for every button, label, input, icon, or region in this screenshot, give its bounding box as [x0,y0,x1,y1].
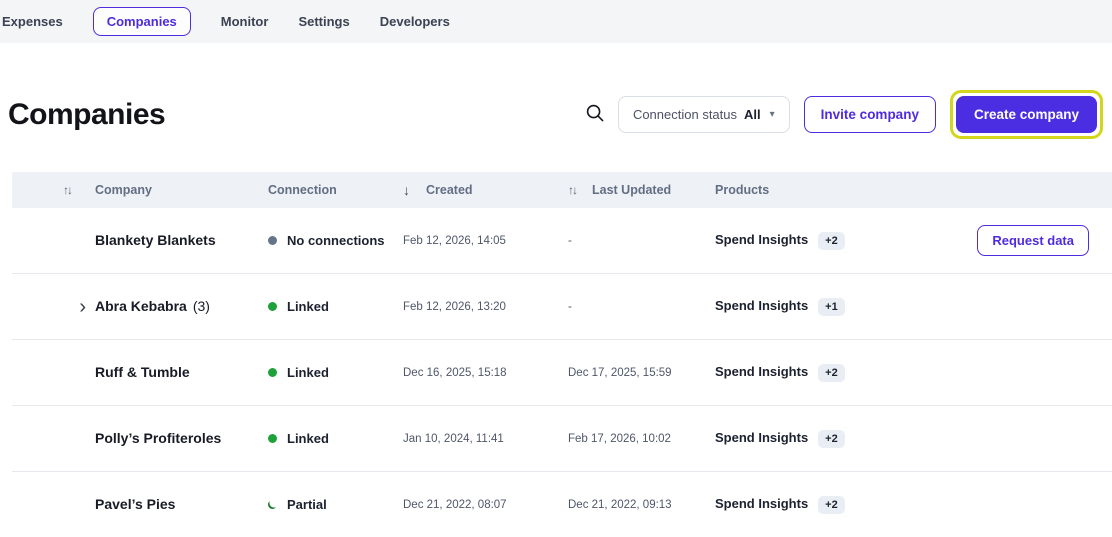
connection-status-icon [268,500,277,509]
nav-item-settings[interactable]: Settings [298,14,349,29]
product-name: Spend Insights [715,496,809,511]
product-count-badge: +1 [818,298,845,316]
page-title: Companies [8,97,166,131]
company-name: Polly’s Profiteroles [95,429,222,446]
header-controls: Connection status All ▾ Invite company C… [586,90,1103,139]
table-row[interactable]: › Abra Kebabra (3) Linked Feb 12, 2026, 1… [12,274,1112,340]
column-header-products: Products [715,183,770,197]
table-row[interactable]: Pavel’s Pies Partial Dec 21, 2022, 08:07… [12,472,1112,537]
last-updated-date: Feb 17, 2026, 10:02 [568,432,671,445]
invite-company-button[interactable]: Invite company [803,96,936,133]
table-header: ↑↓ Company Connection ↓ Created ↑↓ Last … [12,172,1112,208]
column-header-created[interactable]: Created [426,183,473,197]
created-date: Jan 10, 2024, 11:41 [403,432,504,445]
search-icon [586,104,604,125]
created-date: Feb 12, 2026, 13:20 [403,300,506,313]
connection-status-label: Linked [287,431,329,446]
connection-status-icon [268,302,277,311]
top-nav: Expenses Companies Monitor Settings Develope… [0,0,1112,43]
product-count-badge: +2 [818,430,845,448]
company-name: Ruff & Tumble [95,363,190,380]
nav-item-developers[interactable]: Developers [380,14,450,29]
nav-item-expenses[interactable]: Expenses [2,14,63,29]
filter-value: All [744,107,761,122]
highlight-annotation: Create company [949,90,1103,139]
table-body: Blankety Blankets No connections Feb 12,… [12,208,1112,537]
product-count-badge: +2 [818,496,845,514]
column-header-last-updated[interactable]: Last Updated [592,183,671,197]
search-button[interactable] [586,104,604,125]
connection-status-label: Partial [287,497,327,512]
product-name: Spend Insights [715,232,809,247]
created-date: Dec 21, 2022, 08:07 [403,498,507,511]
companies-table: ↑↓ Company Connection ↓ Created ↑↓ Last … [12,172,1112,537]
company-count: (3) [192,297,210,314]
create-company-button[interactable]: Create company [955,96,1097,133]
connection-status-label: Linked [287,299,329,314]
sort-icon-company[interactable]: ↑↓ [63,183,73,197]
table-row[interactable]: Ruff & Tumble Linked Dec 16, 2025, 15:18… [12,340,1112,406]
last-updated-date: - [568,300,572,313]
product-name: Spend Insights [715,364,809,379]
company-name: Pavel’s Pies [95,495,176,512]
connection-status-label: Linked [287,365,329,380]
connection-status-label: No connections [287,233,385,248]
table-row[interactable]: Polly’s Profiteroles Linked Jan 10, 2024… [12,406,1112,472]
last-updated-date: Dec 21, 2022, 09:13 [568,498,672,511]
product-count-badge: +2 [818,364,845,382]
product-name: Spend Insights [715,430,809,445]
created-date: Feb 12, 2026, 14:05 [403,234,506,247]
product-name: Spend Insights [715,298,809,313]
created-date: Dec 16, 2025, 15:18 [403,366,507,379]
connection-status-icon [268,236,277,245]
product-count-badge: +2 [818,232,845,250]
column-header-connection: Connection [268,183,337,197]
table-row[interactable]: Blankety Blankets No connections Feb 12,… [12,208,1112,274]
request-data-button[interactable]: Request data [977,225,1089,256]
last-updated-date: - [568,234,572,247]
connection-status-icon [268,368,277,377]
page-header: Companies Connection status All ▾ Invite… [8,90,1103,139]
connection-status-icon [268,434,277,443]
expand-chevron-icon[interactable]: › [79,297,86,317]
company-name: Blankety Blankets [95,231,216,248]
chevron-down-icon: ▾ [769,109,775,120]
filter-label: Connection status [632,107,738,122]
nav-item-companies[interactable]: Companies [92,7,191,36]
last-updated-date: Dec 17, 2025, 15:59 [568,366,672,379]
sort-desc-icon-created[interactable]: ↓ [403,182,410,198]
connection-status-filter[interactable]: Connection status All ▾ [617,96,790,133]
column-header-company[interactable]: Company [95,183,152,197]
company-name: Abra Kebabra [95,297,187,314]
nav-item-monitor[interactable]: Monitor [221,14,269,29]
sort-icon-last-updated[interactable]: ↑↓ [568,183,578,197]
